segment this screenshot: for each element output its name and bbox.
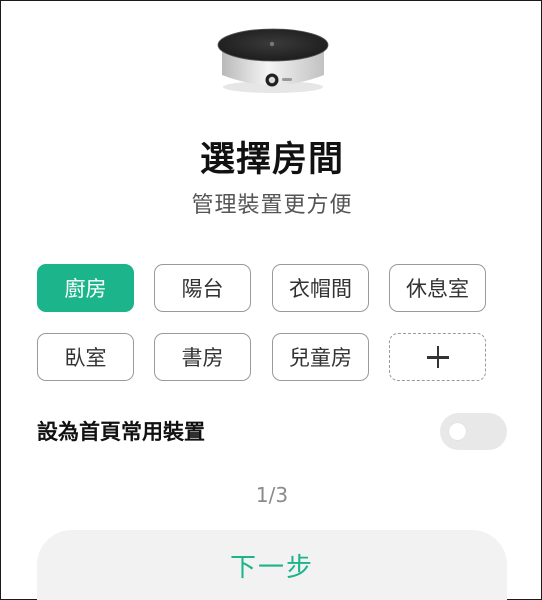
add-room-button[interactable] <box>389 333 486 381</box>
room-option-cloakroom[interactable]: 衣帽間 <box>272 264 369 312</box>
room-option-bedroom[interactable]: 臥室 <box>37 333 134 381</box>
toggle-knob <box>449 423 466 440</box>
plus-icon <box>426 346 449 368</box>
screen: 選擇房間 管理裝置更方便 廚房 陽台 衣帽間 休息室 臥室 書房 兒童房 設為首… <box>0 0 542 600</box>
room-option-balcony[interactable]: 陽台 <box>154 264 251 312</box>
room-option-lounge[interactable]: 休息室 <box>389 264 486 312</box>
page-title: 選擇房間 <box>199 140 344 180</box>
room-option-kitchen[interactable]: 廚房 <box>37 264 134 312</box>
room-option-kids-room[interactable]: 兒童房 <box>272 333 369 381</box>
home-favorite-toggle[interactable] <box>440 413 507 450</box>
room-option-study[interactable]: 書房 <box>154 333 251 381</box>
induction-cooktop-icon <box>217 28 329 93</box>
step-indicator: 1/3 <box>255 483 289 507</box>
next-step-button[interactable]: 下一步 <box>37 530 507 600</box>
page-subtitle: 管理裝置更方便 <box>191 193 353 218</box>
home-favorite-label: 設為首頁常用裝置 <box>37 420 205 444</box>
